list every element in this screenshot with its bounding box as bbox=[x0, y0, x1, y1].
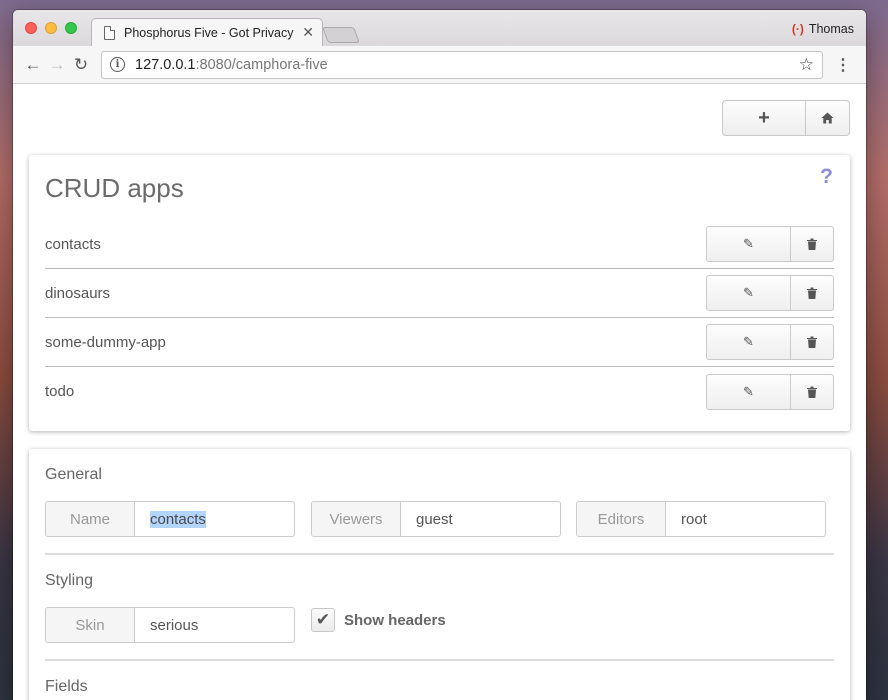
tab-title: Phosphorus Five - Got Privacy bbox=[124, 25, 294, 40]
name-value: contacts bbox=[150, 510, 206, 528]
skin-label: Skin bbox=[46, 608, 135, 642]
page-icon bbox=[104, 25, 115, 40]
list-item: some-dummy-app ✎ bbox=[45, 318, 834, 367]
page-title: CRUD apps bbox=[45, 173, 184, 203]
styling-section-title: Styling bbox=[45, 572, 94, 589]
browser-tab[interactable]: Phosphorus Five - Got Privacy ✕ bbox=[91, 18, 323, 46]
pencil-icon: ✎ bbox=[743, 285, 754, 300]
profile-icon: (·) bbox=[791, 22, 804, 36]
editors-field: Editors root bbox=[576, 501, 826, 537]
close-window-button[interactable] bbox=[25, 22, 37, 34]
url-host: 127.0.0.1 bbox=[135, 56, 196, 73]
minimize-window-button[interactable] bbox=[45, 22, 57, 34]
profile-button[interactable]: (·) Thomas bbox=[792, 22, 854, 36]
row-actions: ✎ bbox=[706, 373, 834, 410]
row-actions: ✎ bbox=[706, 324, 834, 360]
viewers-input[interactable]: guest bbox=[401, 502, 560, 536]
browser-menu-icon[interactable]: ⋮ bbox=[835, 55, 851, 75]
editors-label: Editors bbox=[577, 502, 666, 536]
list-item: dinosaurs ✎ bbox=[45, 269, 834, 318]
list-item: contacts ✎ bbox=[45, 220, 834, 269]
tab-close-icon[interactable]: ✕ bbox=[302, 24, 314, 41]
new-tab-button[interactable] bbox=[322, 27, 360, 43]
site-info-icon[interactable]: i bbox=[110, 57, 125, 72]
top-action-group: + bbox=[722, 100, 850, 136]
app-name[interactable]: todo bbox=[45, 383, 74, 400]
page-content: + CRUD apps ? contacts ✎ dinosaurs ✎ som… bbox=[13, 84, 866, 700]
app-list: contacts ✎ dinosaurs ✎ some-dummy-app ✎ … bbox=[45, 220, 834, 416]
skin-field: Skin serious bbox=[45, 607, 295, 643]
row-actions: ✎ bbox=[706, 275, 834, 311]
editors-input[interactable]: root bbox=[666, 502, 825, 536]
delete-button[interactable] bbox=[791, 325, 833, 359]
edit-button[interactable]: ✎ bbox=[707, 276, 791, 310]
list-item: todo ✎ bbox=[45, 367, 834, 416]
checkmark-icon: ✔ bbox=[315, 610, 331, 629]
address-bar[interactable]: i 127.0.0.1:8080/camphora-five ☆ bbox=[101, 50, 823, 79]
delete-button[interactable] bbox=[791, 227, 833, 261]
name-field: Name contacts bbox=[45, 501, 295, 537]
name-input[interactable]: contacts bbox=[135, 502, 294, 536]
delete-button[interactable] bbox=[791, 375, 833, 409]
browser-toolbar: ← → ↻ i 127.0.0.1:8080/camphora-five ☆ ⋮ bbox=[13, 46, 866, 84]
trash-icon bbox=[807, 386, 817, 398]
back-icon[interactable]: ← bbox=[21, 53, 45, 77]
tab-strip: Phosphorus Five - Got Privacy ✕ (·) Thom… bbox=[13, 10, 866, 46]
url-path: :8080/camphora-five bbox=[195, 56, 328, 73]
browser-window: Phosphorus Five - Got Privacy ✕ (·) Thom… bbox=[13, 10, 866, 700]
forward-icon[interactable]: → bbox=[45, 53, 69, 77]
section-divider bbox=[45, 553, 834, 555]
profile-name: Thomas bbox=[808, 22, 854, 36]
app-name[interactable]: some-dummy-app bbox=[45, 334, 166, 351]
url-text[interactable]: 127.0.0.1:8080/camphora-five bbox=[135, 57, 799, 73]
add-app-button[interactable]: + bbox=[723, 101, 806, 135]
crud-apps-panel: CRUD apps ? contacts ✎ dinosaurs ✎ some-… bbox=[29, 155, 850, 431]
show-headers-option[interactable]: ✔ Show headers bbox=[311, 608, 446, 632]
trash-icon bbox=[807, 287, 817, 299]
bookmark-star-icon[interactable]: ☆ bbox=[799, 55, 814, 75]
fields-section-title: Fields bbox=[45, 678, 88, 695]
app-settings-panel: General Name contacts Viewers guest Edit… bbox=[29, 449, 850, 700]
reload-icon[interactable]: ↻ bbox=[69, 53, 93, 77]
edit-button[interactable]: ✎ bbox=[707, 227, 791, 261]
app-name[interactable]: dinosaurs bbox=[45, 285, 110, 302]
edit-button[interactable]: ✎ bbox=[707, 325, 791, 359]
home-icon bbox=[821, 112, 834, 124]
skin-input[interactable]: serious bbox=[135, 608, 294, 642]
name-label: Name bbox=[46, 502, 135, 536]
row-actions: ✎ bbox=[706, 226, 834, 262]
show-headers-label: Show headers bbox=[344, 611, 446, 629]
section-divider bbox=[45, 659, 834, 661]
viewers-field: Viewers guest bbox=[311, 501, 561, 537]
window-controls bbox=[25, 22, 77, 34]
trash-icon bbox=[807, 336, 817, 348]
show-headers-checkbox[interactable]: ✔ bbox=[311, 608, 335, 632]
home-button[interactable] bbox=[806, 101, 849, 135]
help-icon[interactable]: ? bbox=[820, 165, 833, 189]
trash-icon bbox=[807, 238, 817, 250]
maximize-window-button[interactable] bbox=[65, 22, 77, 34]
general-section-title: General bbox=[45, 466, 102, 483]
delete-button[interactable] bbox=[791, 276, 833, 310]
edit-button[interactable]: ✎ bbox=[707, 374, 791, 409]
pencil-icon: ✎ bbox=[743, 236, 754, 251]
pencil-icon: ✎ bbox=[743, 334, 754, 349]
viewers-label: Viewers bbox=[312, 502, 401, 536]
pencil-icon: ✎ bbox=[743, 383, 754, 399]
app-name[interactable]: contacts bbox=[45, 236, 101, 253]
